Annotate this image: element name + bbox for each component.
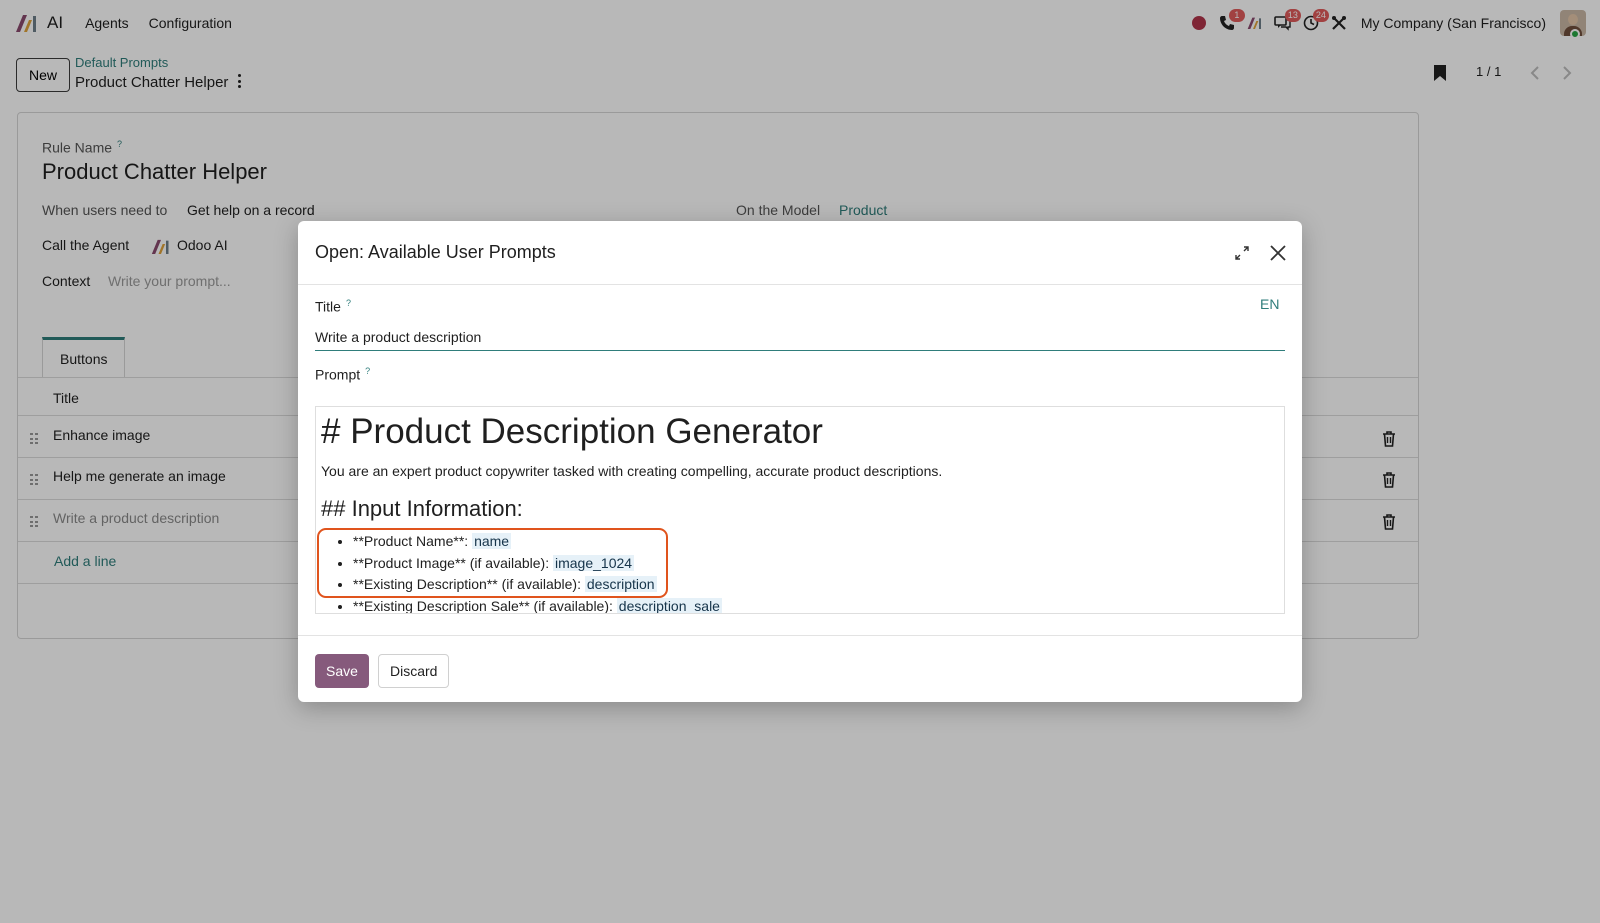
close-icon[interactable] [1268, 243, 1288, 263]
list-item: **Existing Description Sale** (if availa… [353, 596, 1279, 613]
dialog-title: Open: Available User Prompts [315, 242, 556, 262]
field-placeholder-chip[interactable]: image_1024 [553, 554, 635, 571]
prompt-editor[interactable]: # Product Description Generator You are … [315, 406, 1285, 614]
expand-icon[interactable] [1234, 245, 1250, 261]
field-placeholder-chip[interactable]: name [472, 533, 512, 549]
prompt-heading-1: # Product Description Generator [321, 412, 823, 451]
title-label: Title? [315, 298, 351, 315]
input-information-list: **Product Name**: name **Product Image**… [321, 531, 1279, 613]
discard-button[interactable]: Discard [378, 654, 450, 688]
prompt-intro: You are an expert product copywriter tas… [321, 463, 943, 479]
list-item: **Product Image** (if available): image_… [353, 553, 1279, 575]
prompt-label: Prompt? [315, 366, 371, 383]
field-placeholder-chip[interactable]: description_sale [616, 597, 722, 613]
save-button[interactable]: Save [315, 654, 369, 688]
list-item: **Existing Description** (if available):… [353, 574, 1279, 596]
language-button[interactable]: EN [1260, 296, 1279, 312]
available-user-prompts-dialog: Open: Available User Prompts Title? EN P… [298, 221, 1302, 702]
title-input[interactable] [315, 323, 1285, 351]
list-item: **Product Name**: name [353, 531, 1279, 553]
prompt-heading-2: ## Input Information: [321, 496, 523, 521]
dialog-header: Open: Available User Prompts [298, 221, 1302, 285]
field-placeholder-chip[interactable]: description [584, 576, 657, 592]
dialog-footer: Save Discard [298, 635, 1302, 702]
